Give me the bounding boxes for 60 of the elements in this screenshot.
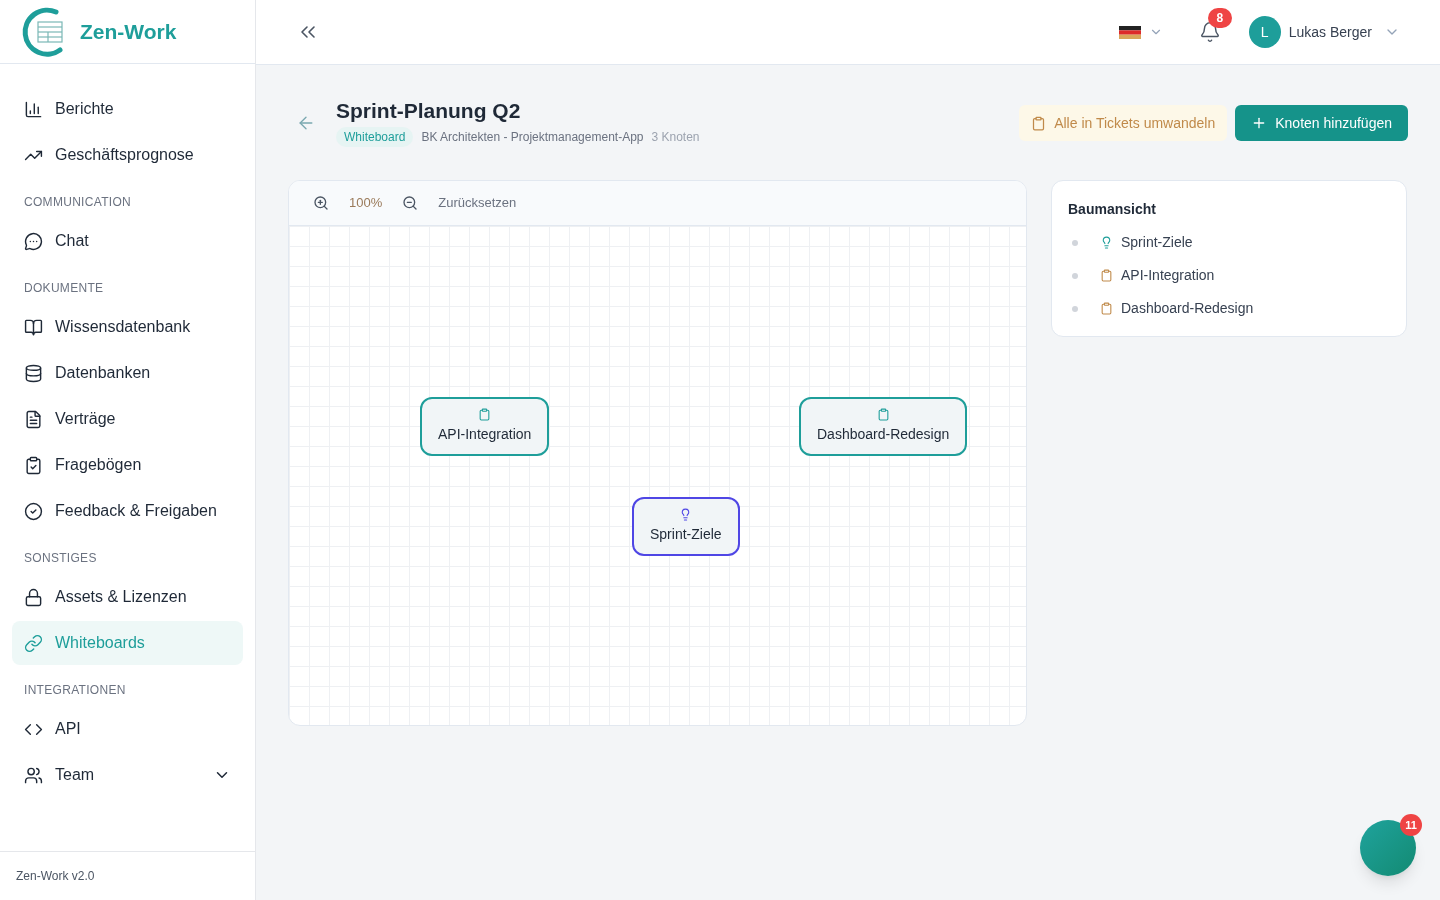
- reset-button[interactable]: Zurücksetzen: [438, 193, 517, 213]
- bar-chart-icon: [24, 99, 43, 119]
- flag-icon: [1118, 25, 1141, 39]
- sidebar-item[interactable]: Chat: [12, 219, 243, 263]
- sidebar-item[interactable]: Berichte: [12, 87, 243, 131]
- clipboard-icon: [478, 408, 492, 421]
- sidebar-item[interactable]: Geschäftsprognose: [12, 133, 243, 177]
- chat-icon: [24, 231, 43, 251]
- users-icon: [24, 765, 43, 785]
- bullet-icon: [1072, 305, 1078, 312]
- document-icon: [24, 409, 43, 429]
- panel-title: Baumansicht: [1068, 200, 1157, 219]
- version-label: Zen-Work v2.0: [16, 868, 95, 885]
- page-title: Sprint-Planung Q2: [336, 98, 522, 124]
- bullet-icon: [1072, 272, 1078, 279]
- section-heading: DOKUMENTE: [23, 280, 105, 297]
- clipboard-icon: [1100, 302, 1113, 315]
- node-count: 3 Knoten: [651, 129, 700, 146]
- sidebar-item[interactable]: Feedback & Freigaben: [12, 489, 243, 533]
- tree-item[interactable]: API-Integration: [1121, 265, 1215, 286]
- language-selector[interactable]: [1118, 25, 1163, 39]
- section-heading: SONSTIGES: [23, 550, 98, 567]
- sidebar-item[interactable]: Datenbanken: [12, 351, 243, 395]
- sidebar-item[interactable]: Wissensdatenbank: [12, 305, 243, 349]
- notification-bell-icon[interactable]: [1198, 21, 1221, 43]
- brand-name: Zen-Work: [80, 18, 177, 45]
- add-node-button[interactable]: Knoten hinzufügen: [1235, 105, 1408, 141]
- clipboard-icon: [876, 408, 890, 421]
- database-icon: [24, 363, 43, 383]
- chat-fab[interactable]: [1360, 820, 1416, 876]
- bullet-icon: [1072, 239, 1078, 246]
- sidebar-item[interactable]: Fragebögen: [12, 443, 243, 487]
- section-heading: COMMUNICATION: [23, 194, 132, 211]
- link-icon: [24, 633, 43, 653]
- zoom-out-icon[interactable]: [402, 195, 419, 211]
- sidebar-item[interactable]: Verträge: [12, 397, 243, 441]
- lock-icon: [24, 587, 43, 607]
- sidebar-item[interactable]: Assets & Lizenzen: [12, 575, 243, 619]
- check-circle-icon: [24, 501, 43, 521]
- whiteboard-node[interactable]: Dashboard-Redesign: [799, 397, 968, 456]
- avatar: L: [1248, 16, 1281, 48]
- sidebar-item[interactable]: API: [12, 707, 243, 751]
- lightbulb-icon: [1100, 236, 1113, 249]
- zoom-level: 100%: [349, 194, 383, 213]
- whiteboard-node[interactable]: API-Integration: [420, 397, 550, 456]
- user-menu[interactable]: L Lukas Berger: [1248, 16, 1400, 48]
- notification-badge: 8: [1207, 8, 1232, 28]
- chat-badge: 11: [1400, 814, 1422, 836]
- section-heading: INTEGRATIONEN: [23, 682, 127, 699]
- clipboard-icon: [1100, 269, 1113, 282]
- type-badge: Whiteboard: [336, 127, 414, 147]
- tree-item[interactable]: Sprint-Ziele: [1121, 232, 1193, 253]
- clipboard-icon: [1031, 115, 1047, 131]
- sidebar-item[interactable]: Team: [12, 753, 243, 797]
- book-icon: [24, 317, 43, 337]
- tree-item[interactable]: Dashboard-Redesign: [1121, 298, 1254, 319]
- whiteboard-node[interactable]: Sprint-Ziele: [632, 497, 740, 556]
- project-name: BK Architekten - Projektmanagement-App: [421, 129, 644, 146]
- clipboard-icon: [24, 455, 43, 475]
- zoom-in-icon[interactable]: [313, 195, 329, 211]
